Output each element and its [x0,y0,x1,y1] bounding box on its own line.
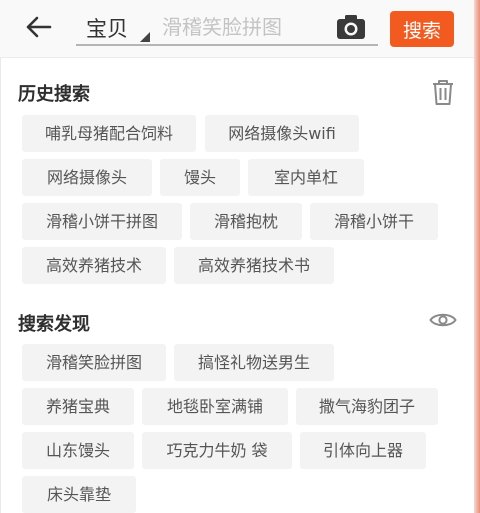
discover-chip[interactable]: 床头靠垫 [22,476,136,513]
caret-icon [140,32,150,42]
discover-chip[interactable]: 山东馒头 [22,432,134,469]
search-box: 宝贝 [76,10,378,46]
discover-chip[interactable]: 引体向上器 [300,432,426,469]
history-chip[interactable]: 滑稽抱枕 [190,203,302,240]
back-arrow-icon[interactable] [24,12,54,42]
history-chip[interactable]: 馒头 [160,159,240,196]
history-chip[interactable]: 滑稽小饼干 [310,203,438,240]
history-chip[interactable]: 网络摄像头wifi [205,115,359,152]
eye-icon[interactable] [429,310,457,330]
history-chip[interactable]: 滑稽小饼干拼图 [22,203,182,240]
discover-chip[interactable]: 搞怪礼物送男生 [174,344,334,381]
history-title: 历史搜索 [18,84,90,105]
history-chip[interactable]: 室内单杠 [248,159,364,196]
discover-chip[interactable]: 撒气海豹团子 [296,388,438,425]
trash-icon[interactable] [430,78,456,106]
search-input[interactable] [162,12,322,42]
history-chip[interactable]: 高效养猪技术书 [174,247,334,284]
frame-left-edge [0,0,1,513]
search-button[interactable]: 搜索 [390,11,454,47]
search-header: 宝贝 搜索 [0,0,474,58]
discover-title: 搜索发现 [18,314,90,335]
discover-chip[interactable]: 滑稽笑脸拼图 [22,344,166,381]
history-chip[interactable]: 高效养猪技术 [22,247,166,284]
camera-icon[interactable] [336,14,366,40]
discover-chip[interactable]: 养猪宝典 [22,388,134,425]
category-selector[interactable]: 宝贝 [86,13,128,43]
history-chip[interactable]: 网络摄像头 [22,159,152,196]
discover-chip[interactable]: 地毯卧室满铺 [142,388,288,425]
history-chip[interactable]: 哺乳母猪配合饲料 [22,115,196,152]
discover-chip[interactable]: 巧克力牛奶 袋 [142,432,292,469]
frame-right-edge [474,0,480,513]
